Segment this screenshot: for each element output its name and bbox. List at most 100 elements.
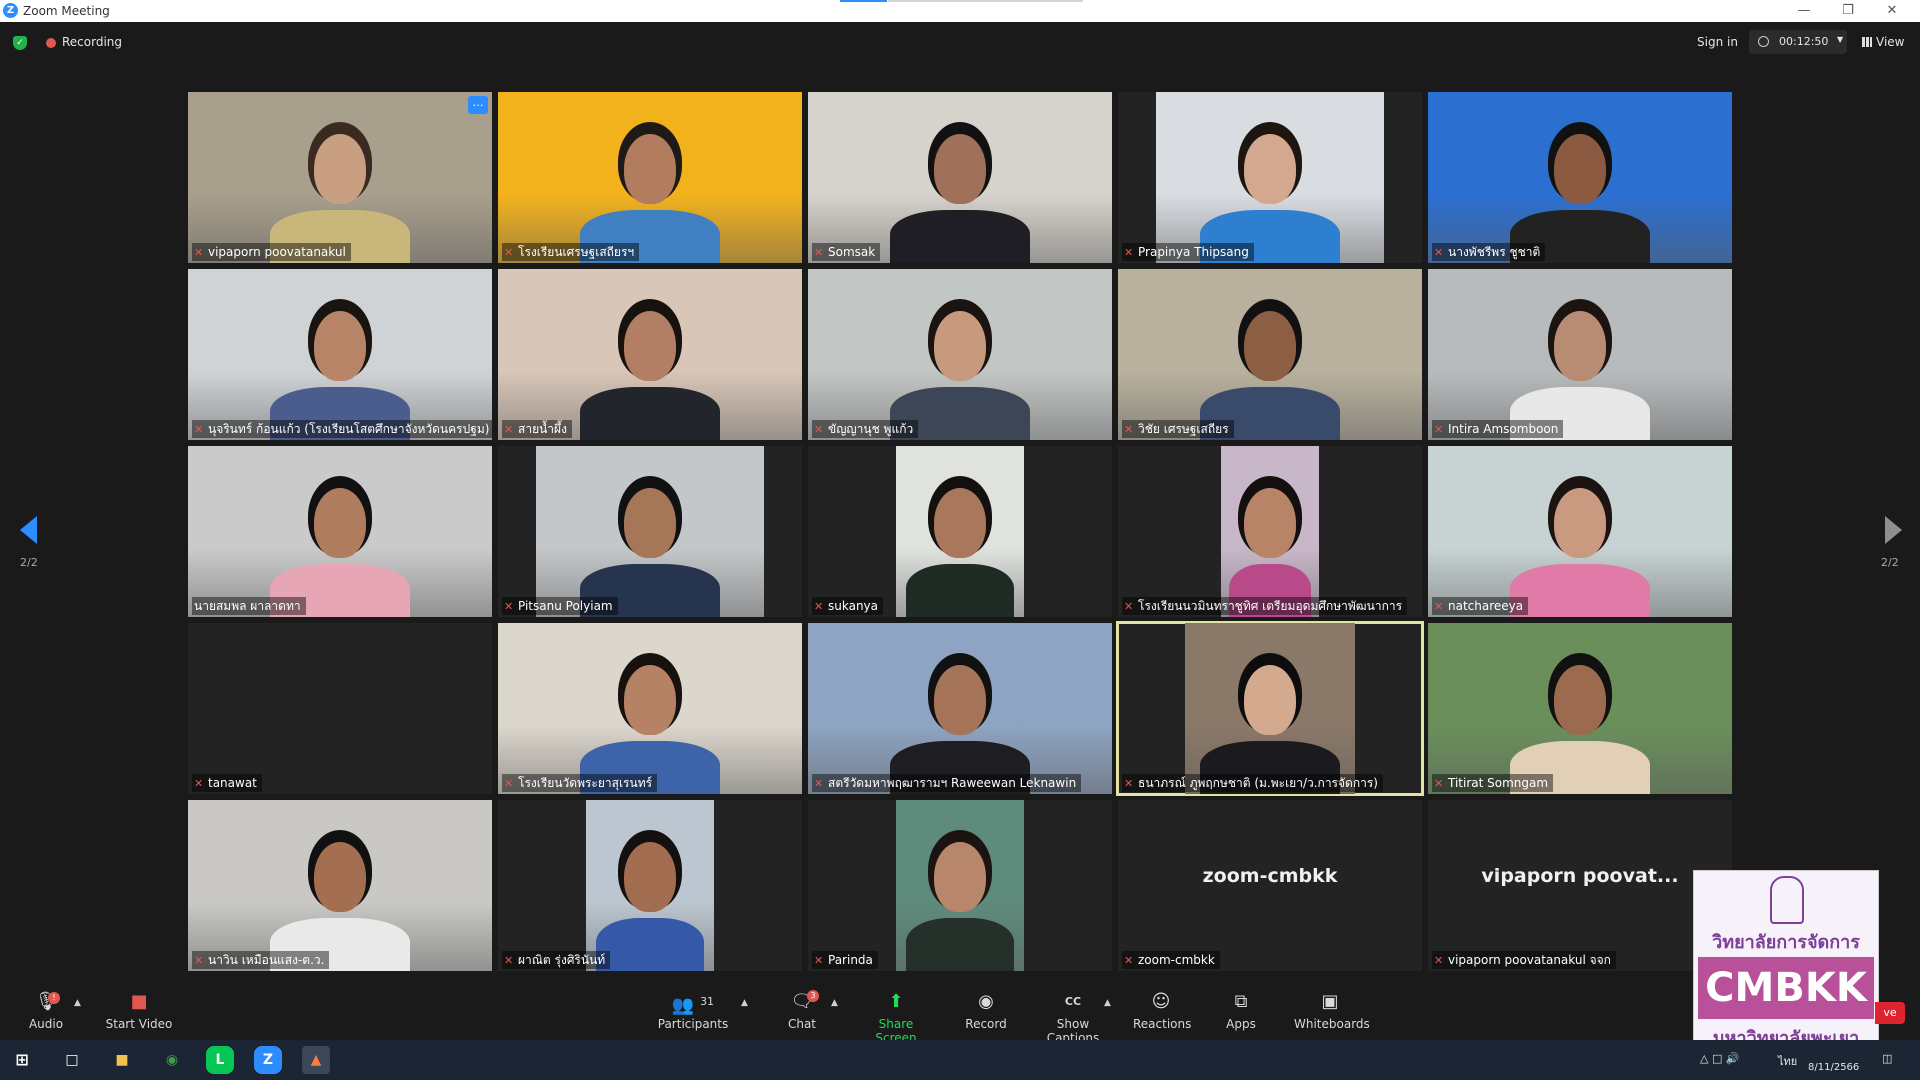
close-icon[interactable]: ✕ <box>1880 2 1904 20</box>
window-titlebar: Z Zoom Meeting — ❐ ✕ <box>0 0 1920 22</box>
whiteboards-button[interactable]: ▣ Whiteboards <box>1294 980 1370 1040</box>
participant-tile[interactable]: ✕ นาวิน เหมือนแสง-ต.ว. <box>188 800 492 971</box>
participant-name: tanawat <box>208 776 257 790</box>
participants-count: 31 <box>700 995 715 1008</box>
participant-tile[interactable]: ✕ Intira Amsomboon <box>1428 269 1732 440</box>
task-view-icon[interactable]: □ <box>58 1046 86 1074</box>
view-button[interactable]: View <box>1862 35 1904 49</box>
reactions-button[interactable]: ☺ Reactions <box>1133 980 1191 1040</box>
participants-icon: 👥 31 <box>671 995 715 1016</box>
participant-name: ผาณิต รุ่งศิรินันท์ <box>518 953 606 967</box>
captions-options-chevron-icon[interactable]: ▲ <box>1104 998 1111 1008</box>
show-captions-button[interactable]: CC Show Captions <box>1032 980 1114 1045</box>
participant-face <box>1244 311 1296 381</box>
participant-name: ขัญญานุช พูแก้ว <box>828 422 914 436</box>
participant-tile[interactable]: ✕ natchareeya <box>1428 446 1732 617</box>
participant-video <box>808 623 1112 794</box>
participant-tile[interactable]: ✕ Somsak <box>808 92 1112 263</box>
participant-tile[interactable]: ✕ โรงเรียนวัดพระยาสุเรนทร์ <box>498 623 802 794</box>
apps-button[interactable]: ⧉ Apps <box>1224 980 1258 1040</box>
muted-microphone-icon: ✕ <box>1434 246 1444 259</box>
title-accent <box>840 0 887 2</box>
participant-face <box>314 134 366 204</box>
participant-name-label: ✕ Parinda <box>812 951 878 969</box>
chat-button[interactable]: 🗨 Chat 3 <box>782 980 822 1040</box>
participant-face <box>314 842 366 912</box>
notification-icon[interactable]: ◫ <box>1882 1052 1892 1065</box>
windows-start-icon[interactable]: ⊞ <box>8 1046 36 1074</box>
next-page-arrow-icon[interactable] <box>1885 516 1902 544</box>
participant-tile[interactable]: zoom-cmbkk ✕ zoom-cmbkk <box>1118 800 1422 971</box>
tray-icons[interactable]: △ □ 🔊 <box>1700 1052 1740 1065</box>
participant-tile[interactable]: ✕ นุจรินทร์ ก้อนแก้ว (โรงเรียนโสตศึกษาจัง… <box>188 269 492 440</box>
meeting-toolbar: 🎙 Audio ! ▲ ■ Start Video 👥 31 Participa… <box>0 980 1920 1045</box>
closed-captions-icon: CC <box>1064 995 1082 1008</box>
chrome-icon[interactable]: ◉ <box>158 1046 186 1074</box>
start-video-button[interactable]: ■ Start Video <box>104 980 174 1040</box>
participant-tile[interactable]: ✕ วิชัย เศรษฐเสถียร <box>1118 269 1422 440</box>
restore-icon[interactable]: ❐ <box>1836 2 1860 20</box>
participant-tile[interactable]: ✕ นางพัชรีพร ชูชาติ <box>1428 92 1732 263</box>
active-app-icon[interactable]: ▲ <box>302 1046 330 1074</box>
taskbar-date[interactable]: 8/11/2566 <box>1808 1062 1859 1073</box>
participant-video <box>586 800 714 971</box>
participant-tile[interactable]: ✕ ธนาภรณ์ ภูพฤกษชาติ (ม.พะเยา/ว.การจัดการ… <box>1116 621 1424 796</box>
participant-tile[interactable]: ✕ ขัญญานุช พูแก้ว <box>808 269 1112 440</box>
participant-name: natchareeya <box>1448 599 1524 613</box>
chat-label: Chat <box>787 1017 817 1031</box>
microphone-muted-icon: 🎙 <box>34 991 58 1012</box>
more-options-icon[interactable]: … <box>468 96 488 114</box>
participant-tile[interactable]: ✕ Parinda <box>808 800 1112 971</box>
audio-button[interactable]: 🎙 Audio ! <box>26 980 66 1040</box>
security-shield-icon[interactable]: ✓ <box>13 36 27 50</box>
meeting-timer[interactable]: 00:12:50 ▼ <box>1749 30 1847 54</box>
title-accent-secondary <box>888 0 1083 2</box>
participant-video <box>808 269 1112 440</box>
participant-name: สตรีวัดมหาพฤฒารามฯ Raweewan Leknawin <box>828 776 1077 790</box>
muted-microphone-icon: ✕ <box>194 954 204 967</box>
participant-tile[interactable]: vipaporn poovat... ✕ vipaporn poovatanakul… <box>1428 800 1732 971</box>
participant-tile[interactable]: … ✕ vipaporn poovatanakul <box>188 92 492 263</box>
input-language[interactable]: ไทย <box>1778 1052 1797 1070</box>
participant-tile[interactable]: ✕ สตรีวัดมหาพฤฒารามฯ Raweewan Leknawin <box>808 623 1112 794</box>
participant-video <box>1428 446 1732 617</box>
line-app-icon[interactable]: L <box>206 1046 234 1074</box>
participant-body <box>906 564 1014 617</box>
recording-label[interactable]: Recording <box>62 35 122 49</box>
participant-tile[interactable]: ✕ สายน้ำผึ้ง <box>498 269 802 440</box>
muted-microphone-icon: ✕ <box>504 246 514 259</box>
muted-microphone-icon: ✕ <box>814 423 824 436</box>
participant-name: Parinda <box>828 953 873 967</box>
participant-tile[interactable]: ✕ ผาณิต รุ่งศิรินันท์ <box>498 800 802 971</box>
previous-page-arrow-icon[interactable] <box>20 516 37 544</box>
muted-microphone-icon: ✕ <box>1434 954 1444 967</box>
muted-microphone-icon: ✕ <box>1434 423 1444 436</box>
participant-video <box>188 446 492 617</box>
participant-tile[interactable]: ✕ sukanya <box>808 446 1112 617</box>
participant-tile[interactable]: ✕ Titirat Somngam <box>1428 623 1732 794</box>
participant-tile[interactable]: ✕ tanawat <box>188 623 492 794</box>
share-screen-button[interactable]: ⬆ Share Screen <box>858 980 934 1045</box>
participant-face <box>624 665 676 735</box>
participant-tile[interactable]: ✕ Prapinya Thipsang <box>1118 92 1422 263</box>
record-icon: ◉ <box>978 991 994 1012</box>
muted-microphone-icon: ✕ <box>1434 600 1444 613</box>
participant-tile[interactable]: ✕ โรงเรียนเศรษฐเสถียรฯ <box>498 92 802 263</box>
participants-button[interactable]: 👥 31 Participants <box>656 980 730 1040</box>
participant-face <box>934 665 986 735</box>
participant-tile[interactable]: ✕ โรงเรียนนวมินทราชูทิศ เตรียมอุดมศึกษาพั… <box>1118 446 1422 617</box>
live-button[interactable]: ve <box>1875 1002 1905 1024</box>
participant-tile[interactable]: นายสมพล ผาลาดทา <box>188 446 492 617</box>
participants-options-chevron-icon[interactable]: ▲ <box>741 998 748 1008</box>
participant-name-label: ✕ Titirat Somngam <box>1432 774 1554 792</box>
start-video-label: Start Video <box>105 1017 173 1031</box>
chat-options-chevron-icon[interactable]: ▲ <box>831 998 838 1008</box>
participant-tile[interactable]: ✕ Pitsanu Polyiam <box>498 446 802 617</box>
minimize-icon[interactable]: — <box>1792 2 1816 20</box>
reactions-icon: ☺ <box>1151 991 1171 1012</box>
zoom-taskbar-icon[interactable]: Z <box>254 1046 282 1074</box>
record-button[interactable]: ◉ Record <box>964 980 1008 1040</box>
sign-in-button[interactable]: Sign in <box>1697 35 1738 49</box>
audio-options-chevron-icon[interactable]: ▲ <box>74 998 81 1008</box>
file-explorer-icon[interactable]: ■ <box>108 1046 136 1074</box>
